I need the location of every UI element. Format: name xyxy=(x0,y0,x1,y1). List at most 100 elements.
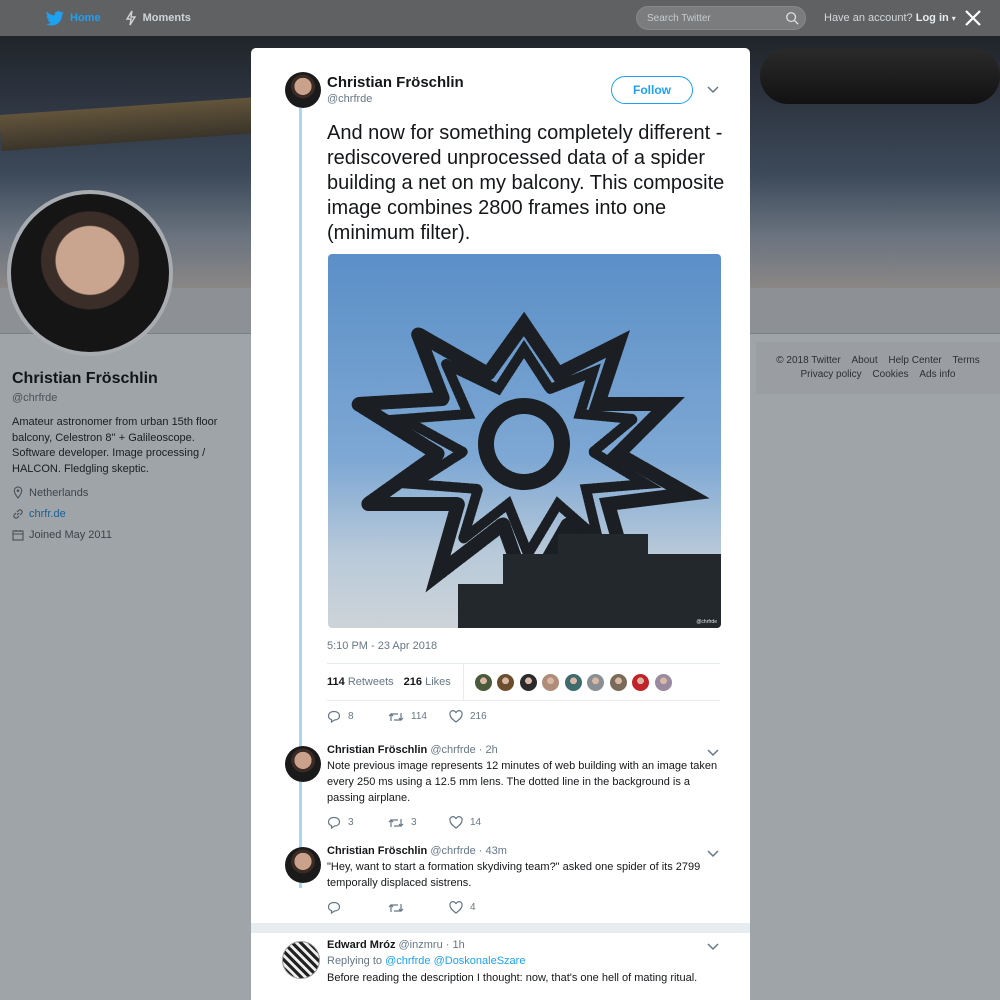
follow-button[interactable]: Follow xyxy=(611,76,693,104)
reply-action[interactable]: 8 xyxy=(327,710,388,723)
profile-avatar[interactable] xyxy=(7,190,173,356)
like-action[interactable]: 14 xyxy=(449,816,510,829)
footer-terms-link[interactable]: Terms xyxy=(953,355,980,366)
reply-text: Note previous image represents 12 minute… xyxy=(327,760,718,804)
profile-website-link[interactable]: chrfr.de xyxy=(29,508,66,520)
likes-label: Likes xyxy=(425,676,451,688)
reply-author-name[interactable]: Christian Fröschlin xyxy=(327,744,427,756)
like-action[interactable]: 216 xyxy=(449,710,510,723)
tweet-text: And now for something completely differe… xyxy=(327,122,725,244)
nav-moments[interactable]: Moments xyxy=(125,10,191,26)
reply-avatar[interactable] xyxy=(282,941,320,979)
stats-divider xyxy=(462,664,464,700)
reply-tweet-2[interactable]: Christian Fröschlin @chrfrde · 43m "Hey,… xyxy=(327,845,722,891)
retweet-icon xyxy=(388,818,404,827)
spider-web-composite-image xyxy=(335,311,721,628)
author-name[interactable]: Christian Fröschlin xyxy=(327,74,464,91)
likes-stat[interactable]: 216 Likes xyxy=(404,676,451,688)
footer-ads-link[interactable]: Ads info xyxy=(919,369,955,380)
retweet-action[interactable]: 3 xyxy=(388,817,449,829)
tweet-media-image[interactable]: @chrfrde xyxy=(328,254,721,628)
replying-prefix: Replying to xyxy=(327,955,383,967)
footer-privacy-link[interactable]: Privacy policy xyxy=(801,369,862,380)
reply-icon xyxy=(327,816,341,829)
tweet-timestamp[interactable]: 5:10 PM - 23 Apr 2018 xyxy=(327,640,437,652)
location-pin-icon xyxy=(13,486,23,499)
account-area: Have an account? Log in ▾ xyxy=(824,12,956,24)
reply-author-name[interactable]: Christian Fröschlin xyxy=(327,845,427,857)
mention-link[interactable]: @chrfrde xyxy=(385,955,430,967)
reply-author-name[interactable]: Edward Mróz xyxy=(327,939,395,951)
liker-avatar[interactable] xyxy=(496,672,516,692)
profile-joined-text: Joined May 2011 xyxy=(29,529,112,541)
chevron-down-icon[interactable] xyxy=(707,749,719,757)
footer-links: © 2018 Twitter About Help Center Terms P… xyxy=(756,342,1000,382)
heart-icon xyxy=(449,816,463,829)
liker-avatar[interactable] xyxy=(518,672,538,692)
media-watermark: @chrfrde xyxy=(696,619,717,625)
reply-1-actions: 3 3 14 xyxy=(327,816,510,829)
liker-avatar[interactable] xyxy=(608,672,628,692)
liker-avatar[interactable] xyxy=(563,672,583,692)
liker-avatar[interactable] xyxy=(473,672,493,692)
reply-action[interactable] xyxy=(327,901,388,914)
reply-text: "Hey, want to start a formation skydivin… xyxy=(327,861,701,889)
author-handle[interactable]: @chrfrde xyxy=(327,93,372,105)
reply-author-handle[interactable]: @inzmru xyxy=(399,939,443,951)
close-icon[interactable] xyxy=(962,7,984,29)
search-icon[interactable] xyxy=(785,11,799,25)
liker-avatar[interactable] xyxy=(541,672,561,692)
reply-avatar[interactable] xyxy=(285,746,321,782)
reply-author-handle[interactable]: @chrfrde xyxy=(430,744,475,756)
retweets-stat[interactable]: 114 Retweets xyxy=(327,676,394,688)
retweets-count: 114 xyxy=(327,676,345,688)
like-action[interactable]: 4 xyxy=(449,901,510,914)
profile-sidebar: Christian Fröschlin @chrfrde Amateur ast… xyxy=(12,370,232,541)
profile-location-text: Netherlands xyxy=(29,486,89,499)
author-avatar[interactable] xyxy=(285,72,321,108)
chevron-down-icon[interactable] xyxy=(707,850,719,858)
chevron-down-icon[interactable] xyxy=(707,943,719,951)
footer: © 2018 Twitter About Help Center Terms P… xyxy=(756,342,1000,394)
retweets-label: Retweets xyxy=(347,676,394,688)
reply-tweet-1[interactable]: Christian Fröschlin @chrfrde · 2h Note p… xyxy=(327,744,722,806)
retweet-action[interactable] xyxy=(388,902,449,914)
footer-help-link[interactable]: Help Center xyxy=(888,355,941,366)
reply-time[interactable]: · 1h xyxy=(446,939,465,951)
retweet-count: 114 xyxy=(411,711,427,722)
footer-about-link[interactable]: About xyxy=(851,355,877,366)
tweet-stats: 114 Retweets 216 Likes xyxy=(327,663,720,701)
reply-avatar[interactable] xyxy=(285,847,321,883)
chevron-down-icon[interactable] xyxy=(707,86,719,94)
banner-telescope-shape xyxy=(760,48,1000,104)
caret-down-icon[interactable]: ▾ xyxy=(952,14,956,23)
reply-action[interactable]: 3 xyxy=(327,816,388,829)
retweet-action[interactable]: 114 xyxy=(388,711,449,723)
liker-avatar[interactable] xyxy=(586,672,606,692)
reply-2-actions: 4 xyxy=(327,901,510,914)
mention-link[interactable]: @DoskonaleSzare xyxy=(434,955,526,967)
profile-location: Netherlands xyxy=(12,486,232,499)
footer-copyright: © 2018 Twitter xyxy=(776,355,841,366)
reply-header: Edward Mróz @inzmru · 1h xyxy=(327,939,722,951)
retweet-icon xyxy=(388,712,404,721)
reply-author-handle[interactable]: @chrfrde xyxy=(430,845,475,857)
profile-name[interactable]: Christian Fröschlin xyxy=(12,370,232,388)
reply-text: Before reading the description I thought… xyxy=(327,972,698,984)
like-count: 14 xyxy=(470,817,482,828)
reply-time[interactable]: · 43m xyxy=(479,845,507,857)
liker-avatar[interactable] xyxy=(631,672,651,692)
conversation-divider xyxy=(251,923,750,933)
liker-avatar[interactable] xyxy=(653,672,673,692)
login-link[interactable]: Log in xyxy=(916,12,949,24)
top-nav: Home Moments Search Twitter Have an acco… xyxy=(0,0,1000,36)
nav-home[interactable]: Home xyxy=(46,10,101,26)
reply-time[interactable]: · 2h xyxy=(479,744,498,756)
footer-cookies-link[interactable]: Cookies xyxy=(872,369,908,380)
search-input[interactable]: Search Twitter xyxy=(636,6,806,30)
like-count: 216 xyxy=(470,711,487,722)
profile-website: chrfr.de xyxy=(12,508,232,520)
profile-handle[interactable]: @chrfrde xyxy=(12,392,232,404)
reply-tweet-3[interactable]: Edward Mróz @inzmru · 1h Replying to @ch… xyxy=(327,939,722,986)
nav-moments-label: Moments xyxy=(142,12,191,24)
